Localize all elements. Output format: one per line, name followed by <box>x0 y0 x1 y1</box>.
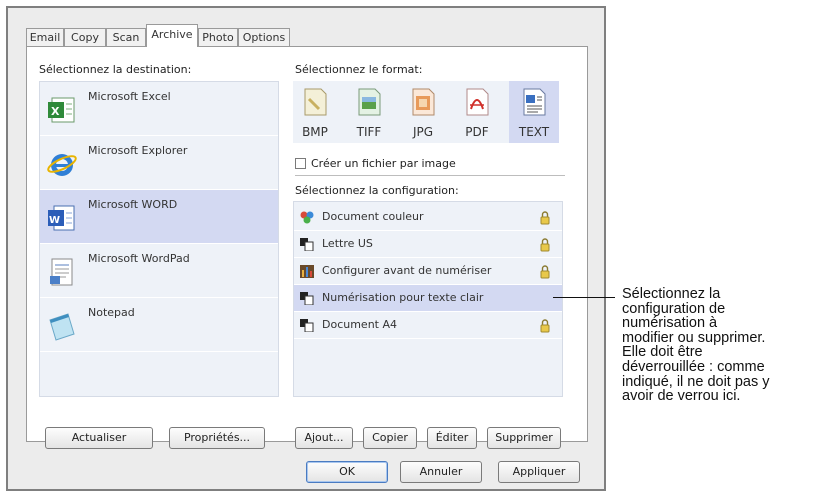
configuration-item-document-a4[interactable]: Document A4 <box>294 312 562 339</box>
archive-tab-panel: Sélectionnez la destination: X Microsoft… <box>26 46 588 449</box>
tab-options[interactable]: Options <box>238 28 290 46</box>
format-label: TIFF <box>356 125 382 139</box>
destination-label: Microsoft Excel <box>88 90 171 103</box>
format-text[interactable]: TEXT <box>509 81 559 143</box>
destination-item-word[interactable]: W Microsoft WORD <box>40 190 278 244</box>
configuration-label: Lettre US <box>322 237 373 250</box>
divider <box>295 175 565 176</box>
destination-label: Notepad <box>88 306 135 319</box>
scanner-settings-window: Email Copy Scan Archive Photo Options Sé… <box>6 6 606 491</box>
configuration-label: Configurer avant de numériser <box>322 264 492 277</box>
lock-icon <box>540 211 550 225</box>
configuration-list: Document couleur Lettre US Configurer av… <box>293 201 563 397</box>
tab-archive[interactable]: Archive <box>146 24 198 47</box>
destination-list: X Microsoft Excel Microsoft Explorer W M… <box>39 81 279 397</box>
lock-icon <box>540 238 550 252</box>
format-selector: BMP TIFF JPG PDF TEXT <box>293 81 559 143</box>
pdf-file-icon <box>466 88 489 116</box>
document-icon <box>300 238 314 251</box>
lock-icon <box>540 319 550 333</box>
configuration-item-document-couleur[interactable]: Document couleur <box>294 204 562 231</box>
color-document-icon <box>300 211 314 224</box>
destination-item-wordpad[interactable]: Microsoft WordPad <box>40 244 278 298</box>
callout-leader-line <box>553 297 615 298</box>
format-bmp[interactable]: BMP <box>293 81 337 143</box>
destination-heading: Sélectionnez la destination: <box>39 63 192 76</box>
destination-label: Microsoft WordPad <box>88 252 190 265</box>
document-icon <box>300 292 314 305</box>
wordpad-icon <box>50 258 73 286</box>
svg-text:W: W <box>49 215 60 226</box>
refresh-button[interactable]: Actualiser <box>45 427 153 449</box>
destination-item-notepad[interactable]: Notepad <box>40 298 278 352</box>
tab-scan[interactable]: Scan <box>106 28 146 46</box>
tab-email[interactable]: Email <box>26 28 64 46</box>
edit-button[interactable]: Éditer <box>427 427 477 449</box>
format-label: BMP <box>302 125 328 139</box>
format-label: TEXT <box>518 125 550 139</box>
destination-label: Microsoft WORD <box>88 198 178 211</box>
configuration-label: Numérisation pour texte clair <box>322 291 484 304</box>
jpg-file-icon <box>412 88 435 116</box>
configuration-item-texte-clair[interactable]: Numérisation pour texte clair <box>294 285 562 312</box>
destination-item-explorer[interactable]: Microsoft Explorer <box>40 136 278 190</box>
bmp-file-icon <box>304 88 327 116</box>
excel-icon: X <box>48 97 75 123</box>
add-button[interactable]: Ajout... <box>295 427 353 449</box>
svg-text:X: X <box>51 105 60 118</box>
destination-item-excel[interactable]: X Microsoft Excel <box>40 82 278 136</box>
lock-icon <box>540 265 550 279</box>
format-label: JPG <box>412 125 434 139</box>
ok-button[interactable]: OK <box>306 461 388 483</box>
configuration-heading: Sélectionnez la configuration: <box>295 184 459 197</box>
properties-button[interactable]: Propriétés... <box>169 427 265 449</box>
cancel-button[interactable]: Annuler <box>400 461 482 483</box>
format-tiff[interactable]: TIFF <box>347 81 391 143</box>
tiff-file-icon <box>358 88 381 116</box>
configuration-label: Document A4 <box>322 318 398 331</box>
configuration-item-lettre-us[interactable]: Lettre US <box>294 231 562 258</box>
tab-photo[interactable]: Photo <box>198 28 238 46</box>
delete-button[interactable]: Supprimer <box>487 427 561 449</box>
callout-annotation: Sélectionnez la configuration de numéris… <box>622 286 770 405</box>
configuration-item-configurer[interactable]: Configurer avant de numériser <box>294 258 562 285</box>
format-pdf[interactable]: PDF <box>455 81 499 143</box>
tab-copy[interactable]: Copy <box>64 28 106 46</box>
format-label: PDF <box>465 125 489 139</box>
destination-label: Microsoft Explorer <box>88 144 188 157</box>
per-image-checkbox-label: Créer un fichier par image <box>311 157 456 170</box>
word-icon: W <box>48 205 75 231</box>
format-heading: Sélectionnez le format: <box>295 63 423 76</box>
configuration-label: Document couleur <box>322 210 424 223</box>
configure-icon <box>300 265 314 278</box>
apply-button[interactable]: Appliquer <box>498 461 580 483</box>
format-jpg[interactable]: JPG <box>401 81 445 143</box>
internet-explorer-icon <box>47 154 77 176</box>
notepad-icon <box>49 313 75 341</box>
copy-button[interactable]: Copier <box>363 427 417 449</box>
text-file-icon <box>523 88 546 116</box>
document-icon <box>300 319 314 332</box>
per-image-checkbox[interactable] <box>295 158 306 169</box>
